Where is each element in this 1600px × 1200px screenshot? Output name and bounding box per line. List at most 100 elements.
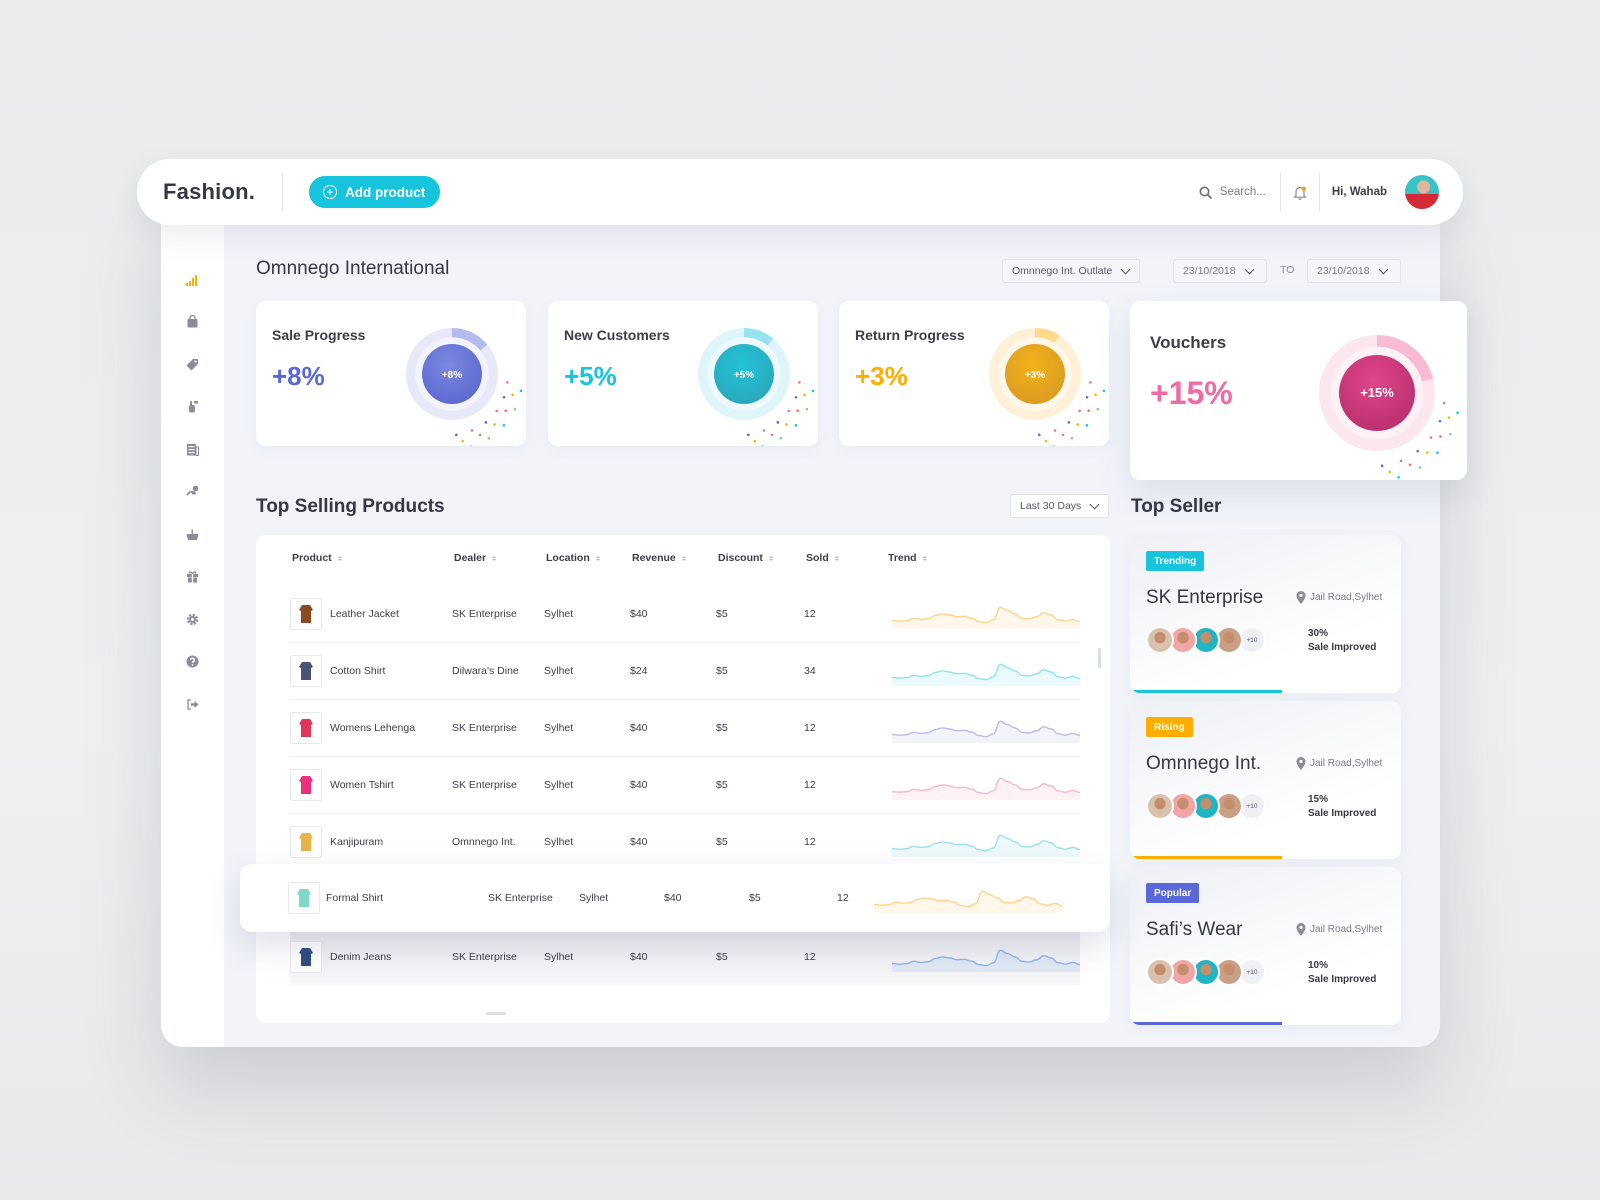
page-title: Omnnego International xyxy=(256,258,450,279)
column-header-revenue[interactable]: Revenue xyxy=(632,552,686,564)
confetti-dot xyxy=(1044,439,1048,443)
search-box[interactable]: Search... xyxy=(1199,186,1280,199)
confetti-dot xyxy=(502,395,506,399)
improvement-percent: 30% xyxy=(1308,628,1329,639)
seller-card[interactable]: Popular Safi’s Wear Jail Road,Sylhet +10 10%… xyxy=(1130,867,1401,1025)
team-member-avatar[interactable] xyxy=(1146,958,1174,986)
cell-location: Sylhet xyxy=(544,608,574,620)
sidebar-item-payments[interactable] xyxy=(175,471,209,514)
improvement-caption: Sale Improved xyxy=(1308,808,1377,819)
confetti-dot xyxy=(1085,424,1089,427)
column-header-sold[interactable]: Sold xyxy=(806,552,839,564)
confetti-dot xyxy=(487,436,491,440)
table-row[interactable]: Kanjipuram Omnnego Int. Sylhet $40 $5 12 xyxy=(290,814,1080,871)
brand-logo[interactable]: Fashion. xyxy=(163,179,255,205)
confetti-dot xyxy=(1052,445,1055,446)
sidebar-item-help[interactable] xyxy=(175,641,209,684)
table-scrollbar-vertical[interactable] xyxy=(1098,648,1101,668)
sort-icon xyxy=(595,555,600,561)
add-product-button[interactable]: + Add product xyxy=(309,176,441,208)
trend-sparkline xyxy=(874,890,1062,913)
seller-card[interactable]: Rising Omnnego Int. Jail Road,Sylhet +10 15%… xyxy=(1130,701,1401,859)
stat-card[interactable]: Sale Progress +8% +8% xyxy=(256,301,526,446)
bag-icon xyxy=(187,315,197,328)
trend-area xyxy=(892,721,1080,743)
column-header-trend[interactable]: Trend xyxy=(888,552,927,564)
top-bar: Fashion. + Add product Search... Hi, Wah… xyxy=(137,159,1463,225)
stat-card[interactable]: New Customers +5% +5% xyxy=(548,301,818,446)
cell-product: Formal Shirt xyxy=(326,892,384,904)
column-header-label: Trend xyxy=(888,552,917,564)
team-member-avatar[interactable] xyxy=(1146,626,1174,654)
top-seller-title: Top Seller xyxy=(1131,496,1222,517)
trend-sparkline xyxy=(892,663,1080,686)
confetti-dot xyxy=(798,381,801,384)
product-image xyxy=(299,719,313,737)
improvement-caption: Sale Improved xyxy=(1308,974,1377,985)
trend-area xyxy=(892,778,1080,800)
sidebar-item-analytics[interactable] xyxy=(175,258,209,301)
confetti-dot xyxy=(1439,435,1442,438)
sidebar-item-bag[interactable] xyxy=(175,301,209,344)
cell-sold: 34 xyxy=(804,665,816,677)
sidebar-item-clicks[interactable] xyxy=(175,386,209,429)
confetti-dot xyxy=(794,395,798,399)
trend-area xyxy=(892,607,1080,629)
seller-team-avatars: +10 xyxy=(1146,792,1266,820)
seller-badge: Popular xyxy=(1146,883,1200,903)
cell-revenue: $40 xyxy=(630,950,648,963)
improvement-caption: Sale Improved xyxy=(1308,642,1377,653)
confetti-dot xyxy=(1061,433,1065,437)
ring-label: +15% xyxy=(1360,385,1394,400)
date-from-select[interactable]: 23/10/2018 xyxy=(1173,259,1267,283)
confetti-dot xyxy=(779,436,783,440)
column-header-discount[interactable]: Discount xyxy=(718,552,773,564)
improvement-percent: 10% xyxy=(1308,960,1329,971)
divider xyxy=(282,173,284,211)
cell-revenue: $40 xyxy=(630,836,648,848)
cell-location: Sylhet xyxy=(544,779,574,791)
sidebar-item-tag[interactable] xyxy=(175,343,209,386)
cell-product: Kanjipuram xyxy=(330,836,384,848)
cell-revenue: $40 xyxy=(630,722,648,734)
progress-ring: +5% xyxy=(698,328,815,446)
confetti-dot xyxy=(1436,451,1439,455)
sidebar-item-gifts[interactable] xyxy=(175,556,209,599)
user-greeting[interactable]: Hi, Wahab xyxy=(1320,186,1405,198)
table-row[interactable]: Formal Shirt SK Enterprise Sylhet $40 $5 12 xyxy=(240,864,1110,932)
trend-sparkline xyxy=(892,606,1080,629)
sidebar-item-settings[interactable] xyxy=(175,598,209,641)
analytics-icon xyxy=(185,274,197,286)
outlet-select[interactable]: Omnnego Int. Outlate xyxy=(1002,259,1140,283)
cell-dealer: SK Enterprise xyxy=(452,779,517,791)
table-row[interactable]: Leather Jacket SK Enterprise Sylhet $40 $5 12 xyxy=(290,586,1080,643)
seller-badge: Rising xyxy=(1146,717,1193,737)
table-row[interactable]: Womens Lehenga SK Enterprise Sylhet $40 $5 12 xyxy=(290,700,1080,757)
table-row[interactable]: Denim Jeans SK Enterprise Sylhet $40 $5 12 xyxy=(290,928,1080,985)
confetti-dot xyxy=(1418,466,1422,469)
cell-sold: 12 xyxy=(804,836,816,848)
date-to-select[interactable]: 23/10/2018 xyxy=(1307,259,1401,283)
sidebar-item-logout[interactable] xyxy=(175,683,209,726)
table-row[interactable]: Cotton Shirt Dilwara's Dine Sylhet $24 $5 34 xyxy=(290,643,1080,700)
column-header-product[interactable]: Product xyxy=(292,552,342,564)
column-header-dealer[interactable]: Dealer xyxy=(454,552,497,564)
seller-badge: Trending xyxy=(1146,551,1205,571)
table-scrollbar-horizontal[interactable] xyxy=(486,1012,506,1015)
sale-improvement: 10% Sale Improved xyxy=(1308,959,1376,987)
stat-card[interactable]: Return Progress +3% +3% xyxy=(839,301,1109,446)
cell-product: Cotton Shirt xyxy=(330,665,386,677)
user-avatar[interactable] xyxy=(1405,175,1439,209)
cell-product: Women Tshirt xyxy=(330,779,394,791)
team-member-avatar[interactable] xyxy=(1146,792,1174,820)
sidebar-item-basket[interactable] xyxy=(175,513,209,556)
notification-button[interactable] xyxy=(1281,185,1319,200)
column-header-location[interactable]: Location xyxy=(546,552,600,564)
sidebar-item-reports[interactable] xyxy=(175,428,209,471)
tag-icon xyxy=(186,358,198,371)
table-row[interactable]: Women Tshirt SK Enterprise Sylhet $40 $5 12 xyxy=(290,757,1080,814)
seller-card[interactable]: Trending SK Enterprise Jail Road,Sylhet +10… xyxy=(1130,535,1401,693)
stat-card[interactable]: Vouchers +15% +15% xyxy=(1130,301,1467,480)
range-select[interactable]: Last 30 Days xyxy=(1010,494,1109,518)
top-selling-title: Top Selling Products xyxy=(256,496,445,517)
